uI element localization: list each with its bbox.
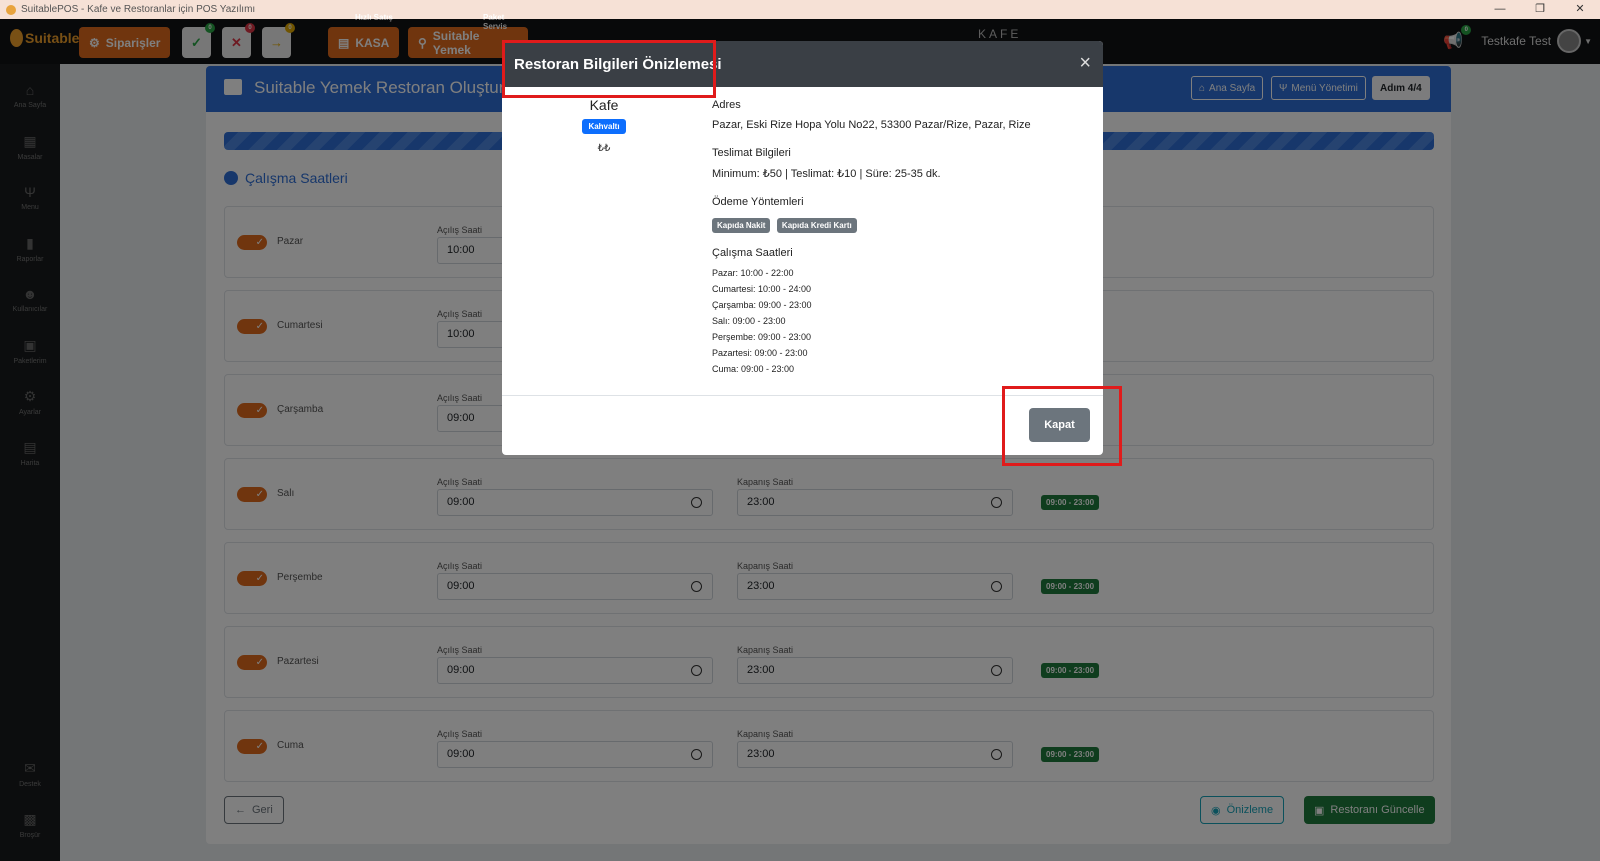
hours-line: Perşembe: 09:00 - 23:00 <box>712 332 812 342</box>
payment-methods: Kapıda Nakit Kapıda Kredi Kartı <box>712 215 1092 233</box>
restaurant-summary: Kafe Kahvaltı ₺₺ <box>502 97 706 154</box>
restaurant-name: Kafe <box>589 97 619 113</box>
delivery-label: Teslimat Bilgileri <box>712 147 791 159</box>
close-icon[interactable]: × <box>1079 53 1091 73</box>
window-close-button[interactable]: ✕ <box>1560 0 1600 19</box>
restaurant-details: Adres Pazar, Eski Rize Hopa Yolu No22, 5… <box>712 99 1092 377</box>
price-level: ₺₺ <box>597 143 611 154</box>
window-title: SuitablePOS - Kafe ve Restoranlar için P… <box>21 4 256 15</box>
payment-badge: Kapıda Kredi Kartı <box>776 218 857 233</box>
hours-line: Salı: 09:00 - 23:00 <box>712 316 786 326</box>
address-label: Adres <box>712 99 741 111</box>
hours-line: Pazartesi: 09:00 - 23:00 <box>712 348 808 358</box>
hours-line: Cumartesi: 10:00 - 24:00 <box>712 284 812 294</box>
delivery-text: Minimum: ₺50 | Teslimat: ₺10 | Süre: 25-… <box>712 168 941 180</box>
hours-list: Pazar: 10:00 - 22:00 Cumartesi: 10:00 - … <box>712 265 1092 377</box>
category-badge: Kahvaltı <box>582 119 626 134</box>
hours-line: Pazar: 10:00 - 22:00 <box>712 268 794 278</box>
hours-line: Çarşamba: 09:00 - 23:00 <box>712 300 812 310</box>
highlight-box-close <box>1002 386 1122 466</box>
payment-badge: Kapıda Nakit <box>712 218 771 233</box>
minimize-button[interactable]: — <box>1480 0 1520 19</box>
payment-label: Ödeme Yöntemleri <box>712 196 804 208</box>
app-icon <box>6 4 16 15</box>
address-text: Pazar, Eski Rize Hopa Yolu No22, 53300 P… <box>712 119 1031 131</box>
window-controls: — ❐ ✕ <box>1480 0 1600 19</box>
hours-line: Cuma: 09:00 - 23:00 <box>712 364 795 374</box>
highlight-box-title <box>502 40 716 98</box>
window-titlebar: SuitablePOS - Kafe ve Restoranlar için P… <box>0 0 1600 19</box>
hours-label: Çalışma Saatleri <box>712 247 793 259</box>
restore-button[interactable]: ❐ <box>1520 0 1560 19</box>
